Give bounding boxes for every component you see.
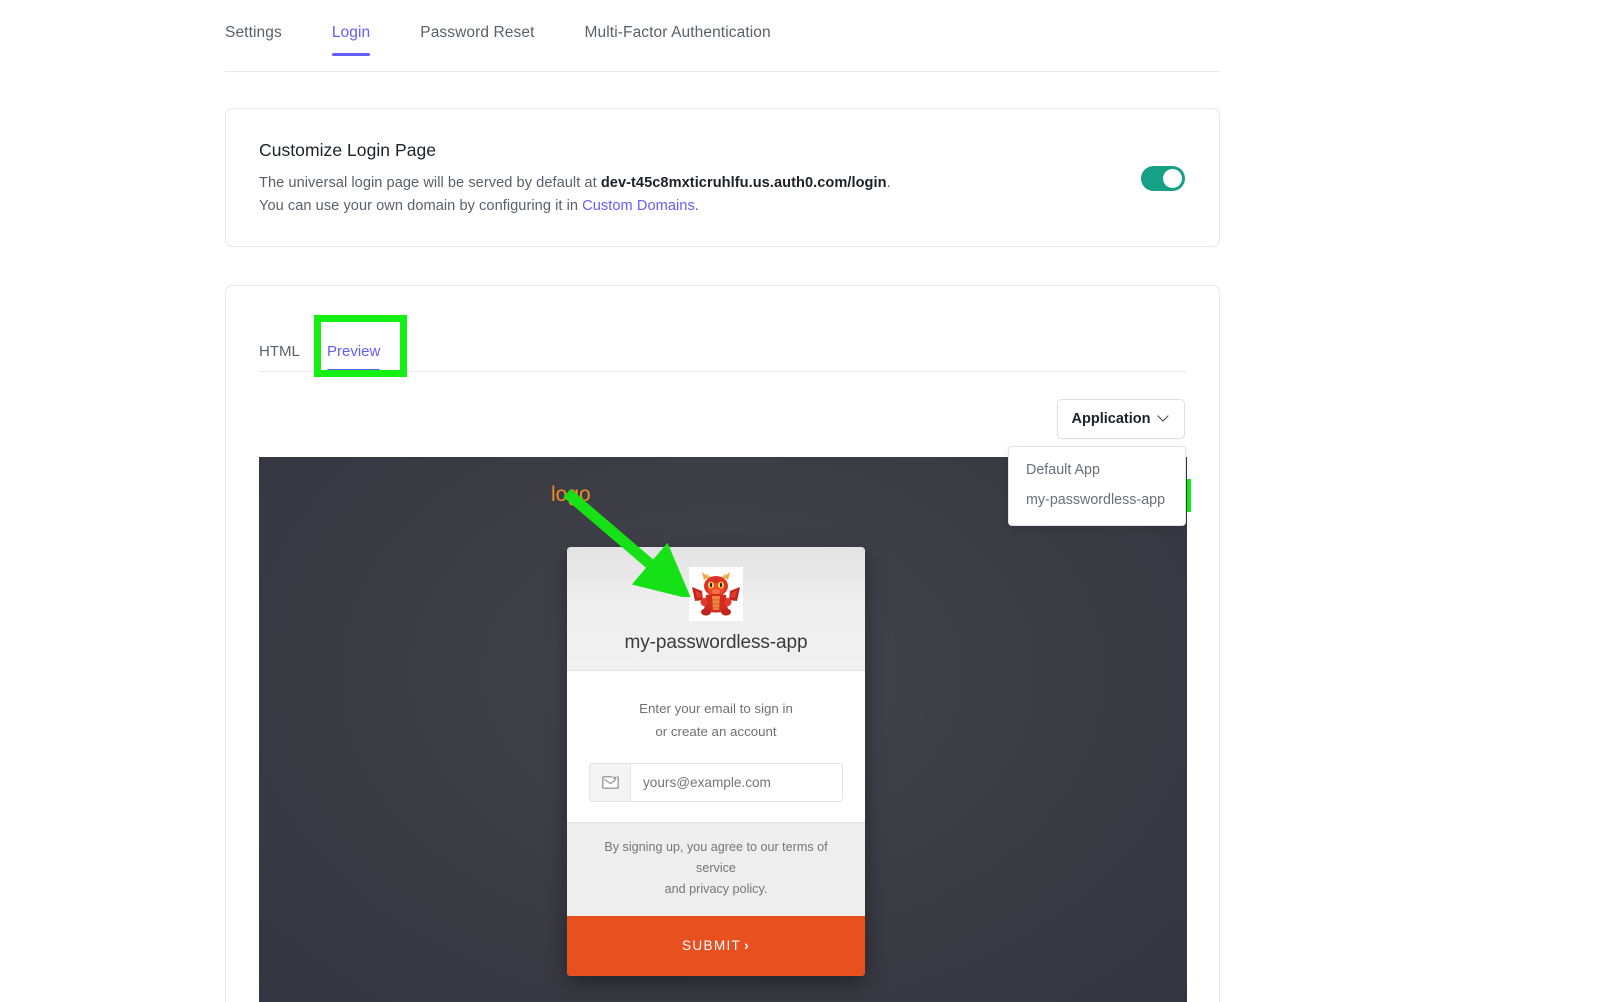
login-widget-header: my-passwordless-app: [567, 547, 865, 671]
dragon-logo-icon: [689, 567, 743, 621]
envelope-icon: [590, 764, 631, 801]
terms-line-1: By signing up, you agree to our terms of…: [604, 840, 828, 875]
menu-item-default-app[interactable]: Default App: [1009, 455, 1185, 485]
primary-tab-bar: Settings Login Password Reset Multi-Fact…: [225, 24, 1220, 72]
application-select-button[interactable]: Application: [1057, 399, 1185, 439]
login-subtitle-line-1: Enter your email to sign in: [639, 701, 793, 716]
custom-domain-prefix: You can use your own domain by configuri…: [259, 198, 583, 214]
tab-html[interactable]: HTML: [259, 343, 300, 360]
submit-arrow-icon: ›: [744, 938, 750, 953]
email-input[interactable]: [631, 764, 842, 801]
tab-settings[interactable]: Settings: [225, 24, 282, 55]
preview-sub-tab-bar: HTML Preview: [259, 328, 1187, 372]
login-terms-text: By signing up, you agree to our terms of…: [567, 822, 865, 916]
application-dropdown-menu: Default App my-passwordless-app: [1008, 446, 1186, 526]
menu-item-my-passwordless-app[interactable]: my-passwordless-app: [1009, 485, 1185, 515]
custom-domains-link[interactable]: Custom Domains: [582, 198, 695, 214]
custom-domain-description: You can use your own domain by configuri…: [259, 195, 1185, 218]
tab-multi-factor-authentication[interactable]: Multi-Factor Authentication: [585, 24, 771, 55]
chevron-down-icon: [1159, 412, 1170, 423]
email-field-row: [589, 763, 843, 802]
universal-login-description: The universal login page will be served …: [259, 172, 1185, 195]
login-domain: dev-t45c8mxticruhlfu.us.auth0.com/login: [600, 175, 887, 191]
page-title: Customize Login Page: [259, 140, 437, 160]
tab-login[interactable]: Login: [331, 24, 371, 56]
submit-button-label: SUBMIT: [682, 938, 742, 953]
application-select-label: Application: [1071, 411, 1151, 427]
page-root: Settings Login Password Reset Multi-Fact…: [0, 0, 1600, 1002]
login-page-preview-pane: logo my-passwordless-app Enter your emai…: [259, 457, 1187, 1002]
logo-annotation-label: logo: [551, 483, 591, 506]
custom-domain-suffix: .: [694, 198, 699, 214]
login-widget-body: Enter your email to sign in or create an…: [567, 671, 865, 822]
terms-line-2: and privacy policy.: [664, 882, 768, 896]
login-preview-card: HTML Preview logo my-passwordless-app En…: [225, 285, 1220, 1002]
description-suffix: .: [886, 175, 891, 191]
login-subtitle-line-2: or create an account: [655, 724, 777, 739]
description-prefix: The universal login page will be served …: [259, 175, 601, 191]
tab-preview[interactable]: Preview: [327, 343, 381, 372]
submit-button[interactable]: SUBMIT ›: [567, 916, 865, 976]
toggle-knob: [1163, 169, 1182, 188]
customize-login-page-toggle[interactable]: [1141, 166, 1185, 191]
login-widget: my-passwordless-app Enter your email to …: [567, 547, 865, 976]
customize-login-page-card: Customize Login Page The universal login…: [225, 108, 1220, 247]
login-app-name: my-passwordless-app: [624, 632, 808, 653]
tab-password-reset[interactable]: Password Reset: [420, 24, 534, 55]
